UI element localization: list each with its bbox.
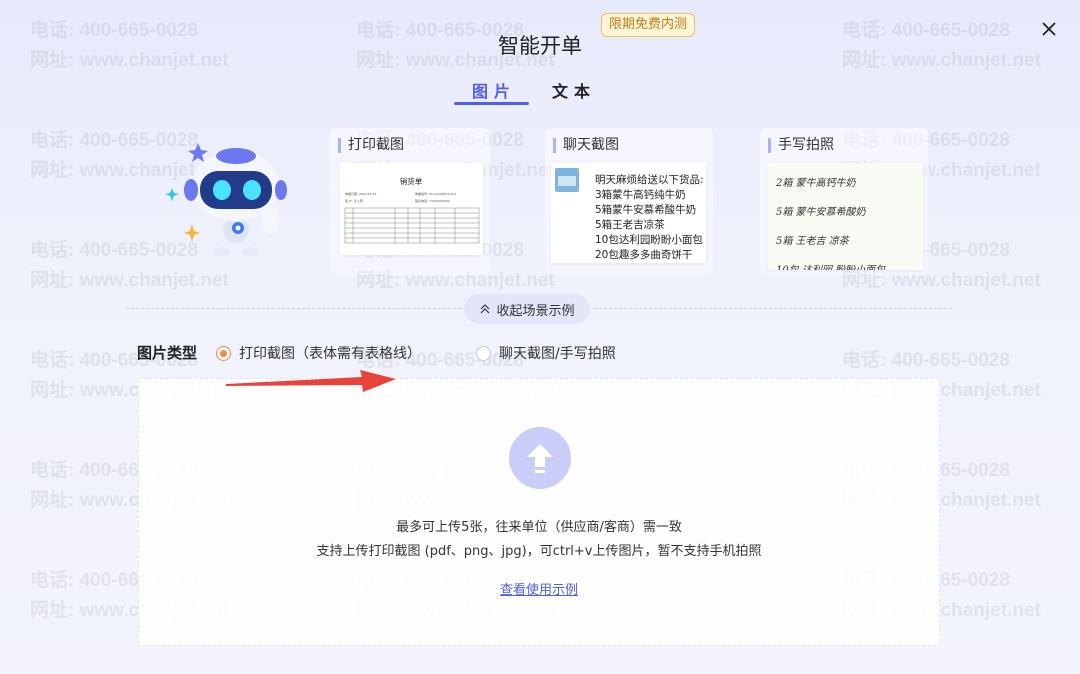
scenario-card-print: 打印截图 销货单 单据日期: 2024-09-23 单据编号: XS-20240… — [330, 128, 490, 275]
tab-text[interactable]: 文本 — [534, 78, 614, 106]
robot-mascot-icon — [165, 143, 287, 257]
upload-button[interactable] — [509, 427, 571, 489]
handwritten-list: 2箱 蒙牛高钙牛奶 5箱 蒙牛安慕希酸奶 5箱 王老吉 凉茶 10包 达利园 盼… — [776, 178, 885, 270]
close-button[interactable] — [1038, 18, 1060, 40]
scenario-title: 打印截图 — [338, 138, 404, 153]
upload-hint-limit: 最多可上传5张，往来单位（供应商/客商）需一致 — [396, 520, 682, 535]
divider-right — [594, 308, 952, 309]
divider-left — [126, 308, 461, 309]
radio-print-screenshot[interactable]: 打印截图（表体需有表格线） — [216, 343, 421, 363]
close-icon — [1042, 22, 1056, 36]
scenario-card-chat: 聊天截图 明天麻烦给送以下货品: 3箱蒙牛高钙纯牛奶 5箱蒙牛安慕希酸牛奶 5箱… — [545, 128, 713, 275]
radio-indicator — [476, 345, 491, 361]
receipt-number: 单据编号: XS-20240923-001 — [415, 191, 456, 196]
radio-label: 聊天截图/手写拍照 — [499, 346, 616, 362]
receipt-preview: 销货单 单据日期: 2024-09-23 单据编号: XS-20240923-0… — [344, 176, 480, 244]
active-tab-indicator — [454, 102, 529, 105]
receipt-table — [344, 207, 480, 244]
receipt-date: 单据日期: 2024-09-23 — [345, 191, 376, 196]
view-example-link[interactable]: 查看使用示例 — [500, 583, 578, 598]
scenario-card-handwriting: 手写拍照 2箱 蒙牛高钙牛奶 5箱 蒙牛安慕希酸奶 5箱 王老吉 凉茶 10包 … — [760, 128, 928, 275]
print-screenshot-image: 销货单 单据日期: 2024-09-23 单据编号: XS-20240923-0… — [340, 163, 483, 255]
radio-indicator — [216, 345, 231, 361]
upload-arrow-icon — [527, 444, 553, 473]
collapse-examples-button[interactable]: 收起场景示例 — [464, 294, 590, 324]
receipt-phone: 联系电话: 13500000000 — [415, 198, 450, 203]
upload-dropzone[interactable]: 最多可上传5张，往来单位（供应商/客商）需一致 支持上传打印截图 (pdf、pn… — [138, 378, 940, 646]
image-type-label: 图片类型 — [137, 344, 198, 362]
scenario-title: 聊天截图 — [553, 138, 619, 153]
chat-message: 明天麻烦给送以下货品: 3箱蒙牛高钙纯牛奶 5箱蒙牛安慕希酸牛奶 5箱王老吉凉茶… — [595, 174, 704, 261]
upload-hint-formats: 支持上传打印截图 (pdf、png、jpg)，可ctrl+v上传图片，暂不支持手… — [316, 544, 762, 559]
handwriting-photo-image: 2箱 蒙牛高钙牛奶 5箱 蒙牛安慕希酸奶 5箱 王老吉 凉茶 10包 达利园 盼… — [768, 163, 923, 270]
double-chevron-up-icon — [481, 304, 490, 314]
scenario-title: 手写拍照 — [768, 138, 834, 153]
radio-label: 打印截图（表体需有表格线） — [239, 346, 421, 362]
collapse-label: 收起场景示例 — [496, 303, 575, 319]
beta-badge: 限期免费内测 — [601, 13, 696, 37]
receipt-customer: 客 户: 沪上阿 — [345, 198, 363, 203]
dialog-title: 智能开单 — [498, 34, 582, 58]
receipt-title: 销货单 — [400, 176, 423, 186]
radio-chat-handwriting[interactable]: 聊天截图/手写拍照 — [476, 343, 616, 363]
chat-screenshot-image: 明天麻烦给送以下货品: 3箱蒙牛高钙纯牛奶 5箱蒙牛安慕希酸牛奶 5箱王老吉凉茶… — [551, 163, 706, 263]
chat-avatar — [555, 168, 579, 192]
red-arrow-annotation — [226, 370, 396, 392]
smart-order-dialog: 智能开单 限期免费内测 图片 文本 打印截图 销货单 单据日期: 2024-09… — [0, 0, 1080, 674]
